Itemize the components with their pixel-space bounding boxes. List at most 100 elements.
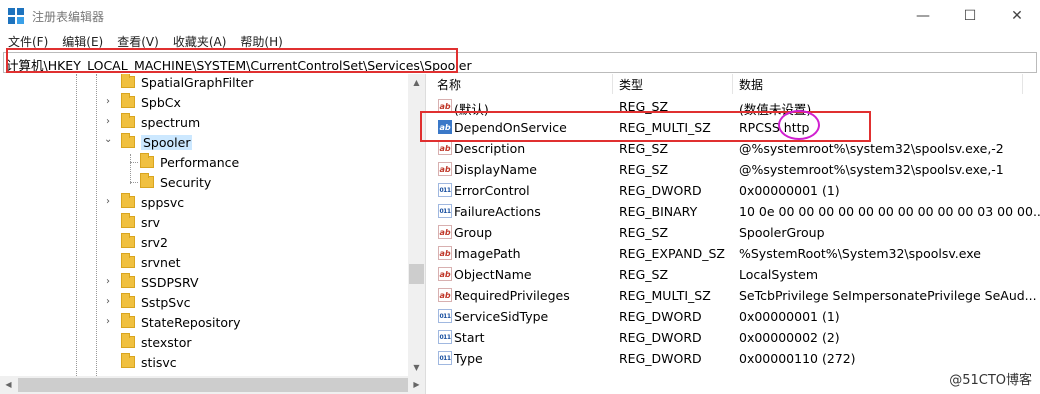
value-type: REG_MULTI_SZ (619, 288, 711, 303)
value-type: REG_SZ (619, 141, 669, 156)
scroll-right-icon[interactable]: ▶ (408, 376, 425, 394)
value-data: 0x00000001 (1) (739, 309, 840, 324)
tree-item[interactable]: spectrum (121, 112, 200, 132)
value-row[interactable]: 011 Start REG_DWORD 0x00000002 (2) (431, 327, 1040, 348)
scroll-down-icon[interactable]: ▼ (408, 359, 425, 376)
value-row[interactable]: ab ImagePath REG_EXPAND_SZ %SystemRoot%\… (431, 243, 1040, 264)
menu-favorites[interactable]: 收藏夹(A) (165, 33, 233, 50)
binary-value-icon: 011 (438, 183, 452, 197)
tree-vertical-scrollbar[interactable]: ▲ ▼ (408, 74, 425, 376)
value-row[interactable]: 011 ServiceSidType REG_DWORD 0x00000001 … (431, 306, 1040, 327)
tree-item-label: Security (160, 174, 212, 190)
folder-icon (121, 233, 135, 248)
tree-item[interactable]: Security (140, 172, 211, 192)
watermark: @51CTO博客 (949, 373, 1032, 388)
tree-horizontal-scrollbar[interactable]: ◀ ▶ (0, 376, 425, 394)
registry-tree: SpatialGraphFilter › SpbCx › spectrum ⌄ … (0, 74, 426, 394)
tree-item[interactable]: stisvc (121, 352, 177, 372)
tree-item[interactable]: StateRepository (121, 312, 241, 332)
value-row[interactable]: ab RequiredPrivileges REG_MULTI_SZ SeTcb… (431, 285, 1040, 306)
scroll-thumb[interactable] (409, 264, 424, 284)
tree-item[interactable]: SpbCx (121, 92, 181, 112)
scroll-up-icon[interactable]: ▲ (408, 74, 425, 91)
folder-icon (121, 293, 135, 308)
value-row[interactable]: ab DisplayName REG_SZ @%systemroot%\syst… (431, 159, 1040, 180)
value-data: 0x00000001 (1) (739, 183, 840, 198)
expand-icon[interactable]: › (106, 276, 110, 287)
value-type: REG_SZ (619, 267, 669, 282)
tree-item[interactable]: srv2 (121, 232, 168, 252)
scroll-thumb[interactable] (18, 378, 408, 392)
minimize-button[interactable]: — (900, 0, 946, 31)
menu-view[interactable]: 查看(V) (109, 33, 165, 50)
string-value-icon: ab (438, 288, 452, 302)
scroll-left-icon[interactable]: ◀ (0, 376, 17, 394)
value-row[interactable]: 011 ErrorControl REG_DWORD 0x00000001 (1… (431, 180, 1040, 201)
expand-icon[interactable]: › (106, 196, 110, 207)
tree-item[interactable]: srv (121, 212, 160, 232)
value-row[interactable]: ab DependOnService REG_MULTI_SZ RPCSS ht… (431, 117, 1040, 138)
value-name: ServiceSidType (454, 309, 549, 324)
value-row[interactable]: ab ObjectName REG_SZ LocalSystem (431, 264, 1040, 285)
value-data: SpoolerGroup (739, 225, 825, 240)
column-header-type[interactable]: 类型 (613, 74, 733, 94)
tree-item-label: Performance (160, 154, 240, 170)
column-header-name[interactable]: 名称 (431, 74, 613, 94)
folder-icon (121, 113, 135, 128)
value-name: (默认) (454, 102, 489, 117)
value-name: ObjectName (454, 267, 532, 282)
menu-help[interactable]: 帮助(H) (232, 33, 288, 50)
value-row[interactable]: ab Description REG_SZ @%systemroot%\syst… (431, 138, 1040, 159)
tree-item[interactable]: stexstor (121, 332, 191, 352)
tree-item[interactable]: sppsvc (121, 192, 184, 212)
tree-item[interactable]: Performance (140, 152, 239, 172)
binary-value-icon: 011 (438, 204, 452, 218)
tree-item-label: SSDPSRV (141, 274, 199, 290)
value-name: RequiredPrivileges (454, 288, 570, 303)
folder-icon (121, 193, 135, 208)
maximize-button[interactable]: ☐ (947, 0, 993, 31)
tree-item[interactable]: SstpSvc (121, 292, 191, 312)
tree-item-label: stisvc (141, 354, 177, 370)
value-name: ErrorControl (454, 183, 530, 198)
string-value-icon: ab (438, 225, 452, 239)
close-button[interactable]: ✕ (994, 0, 1040, 31)
value-name: ImagePath (454, 246, 521, 261)
expand-icon[interactable]: › (106, 116, 110, 127)
string-value-icon: ab (438, 162, 452, 176)
values-list: 名称 类型 数据 ab (默认) REG_SZ (数值未设置) ab Depen… (431, 74, 1040, 394)
tree-item[interactable]: srvnet (121, 252, 181, 272)
menu-bar: 文件(F) 编辑(E) 查看(V) 收藏夹(A) 帮助(H) (0, 31, 1040, 51)
value-row[interactable]: 011 FailureActions REG_BINARY 10 0e 00 0… (431, 201, 1040, 222)
value-row[interactable]: ab (默认) REG_SZ (数值未设置) (431, 96, 1040, 117)
expand-icon[interactable]: › (106, 296, 110, 307)
value-type: REG_DWORD (619, 183, 702, 198)
folder-icon (121, 253, 135, 268)
string-value-icon: ab (438, 141, 452, 155)
value-data: 10 0e 00 00 00 00 00 00 00 00 00 00 03 0… (739, 204, 1040, 219)
tree-guide-line (96, 74, 97, 376)
value-row[interactable]: ab Group REG_SZ SpoolerGroup (431, 222, 1040, 243)
tree-item-label: SpbCx (141, 94, 181, 110)
value-name: FailureActions (454, 204, 541, 219)
expand-icon[interactable]: › (106, 316, 110, 327)
column-header-data[interactable]: 数据 (733, 74, 1023, 94)
value-type: REG_SZ (619, 162, 669, 177)
tree-item[interactable]: SpatialGraphFilter (121, 74, 253, 92)
folder-icon (121, 133, 135, 148)
collapse-icon[interactable]: ⌄ (104, 134, 112, 145)
tree-item-selected[interactable]: Spooler (121, 132, 193, 152)
address-path[interactable]: 计算机\HKEY_LOCAL_MACHINE\SYSTEM\CurrentCon… (6, 55, 472, 74)
string-value-icon: ab (438, 120, 452, 134)
tree-item-label: Spooler (141, 134, 193, 150)
menu-edit[interactable]: 编辑(E) (54, 33, 109, 50)
value-data: @%systemroot%\system32\spoolsv.exe,-2 (739, 141, 1004, 156)
address-bar[interactable]: 计算机\HKEY_LOCAL_MACHINE\SYSTEM\CurrentCon… (3, 52, 1037, 73)
value-row[interactable]: 011 Type REG_DWORD 0x00000110 (272) (431, 348, 1040, 369)
tree-item[interactable]: SSDPSRV (121, 272, 199, 292)
folder-icon (121, 213, 135, 228)
expand-icon[interactable]: › (106, 96, 110, 107)
value-data: RPCSS http (739, 120, 810, 135)
menu-file[interactable]: 文件(F) (0, 33, 54, 50)
tree-item-label: stexstor (141, 334, 192, 350)
